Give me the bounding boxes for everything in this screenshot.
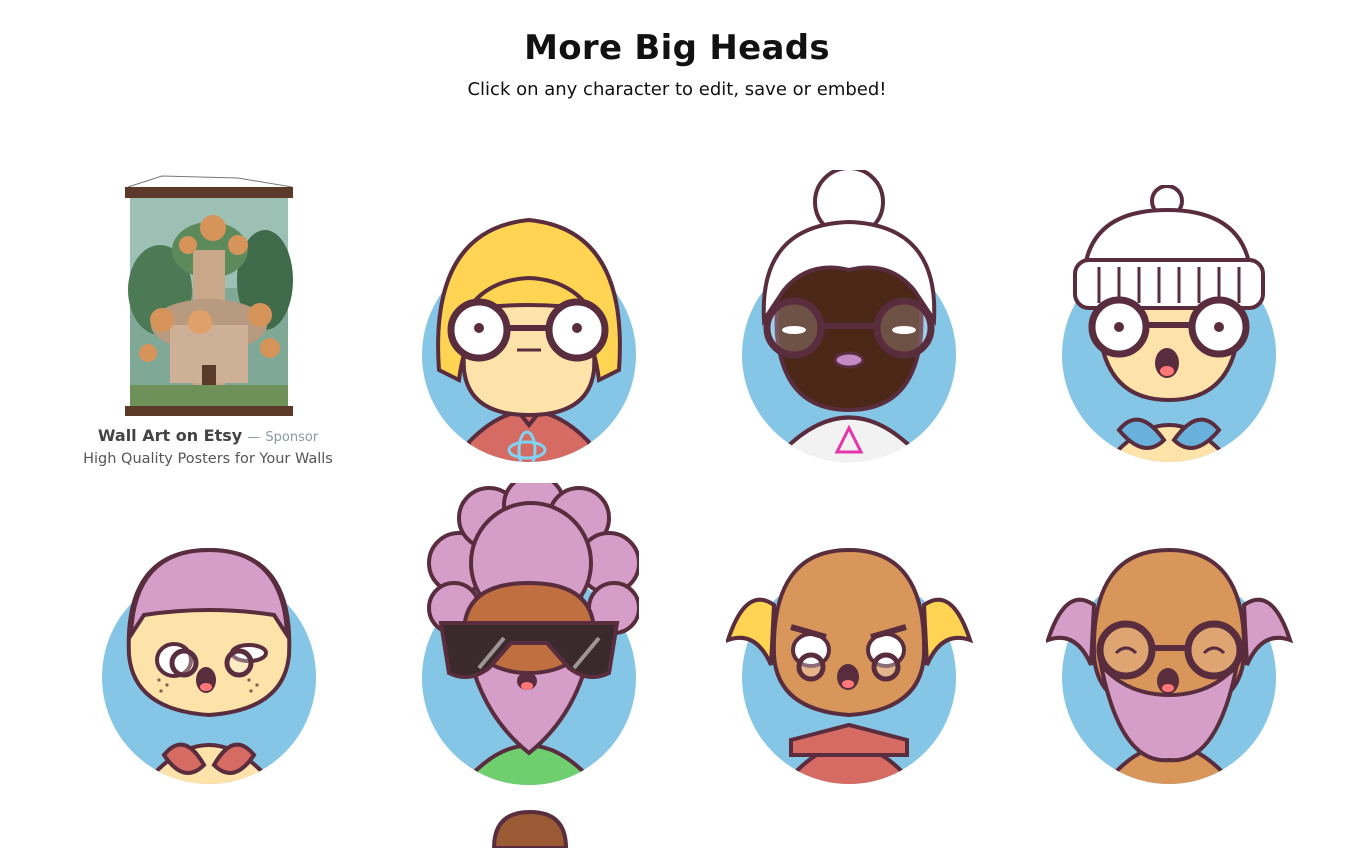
character-card[interactable] [1046,545,1296,790]
character-card[interactable] [739,170,959,470]
character-card[interactable] [99,545,319,790]
sponsor-name[interactable]: Wall Art on Etsy [98,426,242,445]
character-card[interactable] [492,810,568,848]
poster-image[interactable] [70,170,346,420]
character-card[interactable] [419,483,639,788]
character-card[interactable] [1059,185,1279,470]
sponsor-description: High Quality Posters for Your Walls [83,451,333,467]
sponsor-caption[interactable]: Wall Art on Etsy — Sponsor [70,426,346,445]
page-subtitle: Click on any character to edit, save or … [467,79,887,100]
page-title: More Big Heads [524,28,830,68]
character-card[interactable] [419,210,639,470]
page-header: More Big Heads Click on any character to… [0,26,1354,102]
sponsor-tag: Sponsor [265,430,319,445]
sponsor-card[interactable]: Wall Art on Etsy — Sponsor High Quality … [70,170,346,467]
character-card[interactable] [726,545,976,790]
sponsor-dash: — [247,430,261,445]
